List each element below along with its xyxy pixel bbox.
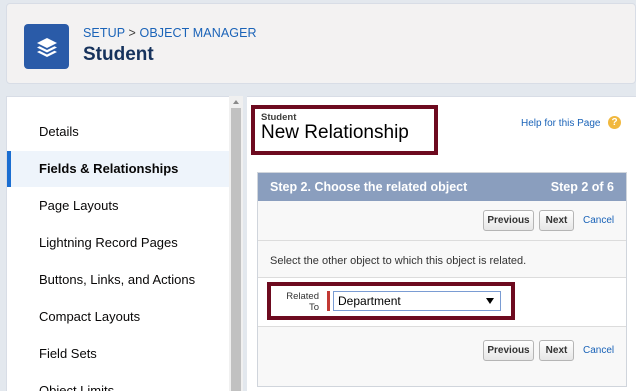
scroll-up-arrow-icon[interactable]: [229, 96, 243, 108]
sidebar-item-lightning-record-pages[interactable]: Lightning Record Pages: [7, 225, 229, 261]
related-to-select[interactable]: Department: [333, 291, 501, 311]
previous-button-bottom[interactable]: Previous: [483, 340, 534, 361]
breadcrumb: SETUP > OBJECT MANAGER: [83, 26, 257, 40]
previous-button-top[interactable]: Previous: [483, 210, 534, 231]
sidebar-item-field-sets[interactable]: Field Sets: [7, 336, 229, 372]
next-button-bottom[interactable]: Next: [539, 340, 574, 361]
cancel-link-top[interactable]: Cancel: [583, 215, 614, 226]
page-title: New Relationship: [261, 122, 409, 143]
top-button-row: Previous Next Cancel: [258, 201, 626, 239]
related-to-value: Department: [338, 294, 401, 308]
object-header: SETUP > OBJECT MANAGER Student: [6, 3, 636, 84]
scrollbar-thumb[interactable]: [231, 108, 241, 391]
step-header: Step 2. Choose the related object Step 2…: [258, 173, 626, 201]
main-panel: Student New Relationship Help for this P…: [247, 96, 636, 391]
related-to-label: Related To: [286, 291, 319, 313]
instruction-text: Select the other object to which this ob…: [270, 255, 527, 267]
help-icon[interactable]: ?: [608, 116, 621, 129]
sidebar-nav: Details Fields & Relationships Page Layo…: [6, 96, 229, 391]
sidebar-item-object-limits[interactable]: Object Limits: [7, 373, 229, 391]
help-link[interactable]: Help for this Page: [521, 118, 601, 129]
page-title-highlight: Student New Relationship: [251, 105, 438, 155]
step-heading: Step 2. Choose the related object: [270, 180, 468, 194]
divider: [258, 326, 626, 327]
chevron-down-icon: [486, 298, 494, 304]
step-progress: Step 2 of 6: [550, 180, 614, 194]
breadcrumb-object-manager-link[interactable]: OBJECT MANAGER: [140, 26, 257, 40]
sidebar-item-fields-relationships[interactable]: Fields & Relationships: [7, 151, 229, 187]
cancel-link-bottom[interactable]: Cancel: [583, 345, 614, 356]
divider: [258, 240, 626, 241]
sidebar-item-page-layouts[interactable]: Page Layouts: [7, 188, 229, 224]
layers-icon: [24, 24, 69, 69]
related-to-row: Related To Department: [258, 278, 626, 326]
breadcrumb-separator: >: [124, 26, 140, 40]
wizard-step-panel: Step 2. Choose the related object Step 2…: [257, 172, 627, 387]
bottom-button-row: Previous Next Cancel: [258, 333, 626, 371]
next-button-top[interactable]: Next: [539, 210, 574, 231]
related-to-highlight: Related To Department: [267, 282, 515, 320]
required-indicator: [327, 291, 330, 311]
object-title: Student: [83, 44, 154, 65]
breadcrumb-setup-link[interactable]: SETUP: [83, 26, 125, 40]
sidebar-item-buttons-links-actions[interactable]: Buttons, Links, and Actions: [7, 262, 229, 298]
sidebar-scrollbar[interactable]: [229, 96, 243, 391]
sidebar-item-compact-layouts[interactable]: Compact Layouts: [7, 299, 229, 335]
sidebar-item-details[interactable]: Details: [7, 114, 229, 150]
